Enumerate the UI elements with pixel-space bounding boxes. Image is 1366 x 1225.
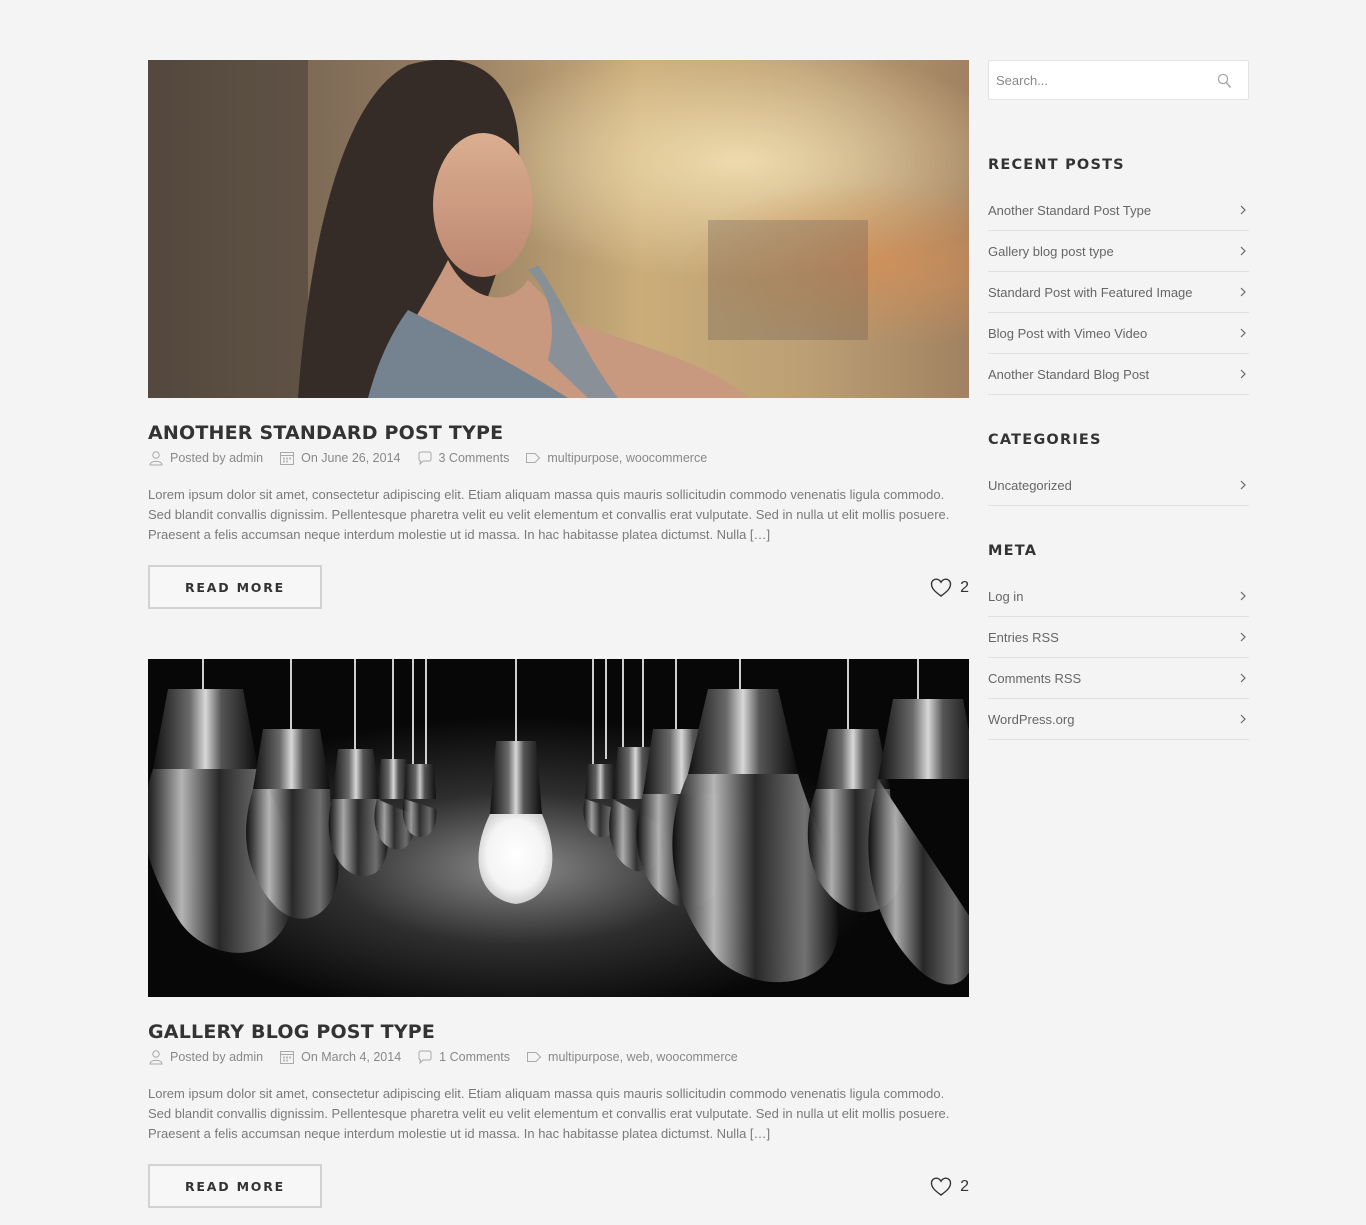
- tag-icon: [527, 1052, 542, 1062]
- post-footer: READ MORE 2: [148, 565, 969, 609]
- read-more-button[interactable]: READ MORE: [148, 1164, 322, 1208]
- search-icon[interactable]: [1217, 73, 1232, 89]
- categories-widget: Categories Uncategorized: [988, 431, 1249, 506]
- category-item[interactable]: Uncategorized: [988, 465, 1249, 506]
- like-button[interactable]: 2: [930, 1177, 969, 1197]
- category-link[interactable]: Uncategorized: [988, 478, 1072, 493]
- search-input[interactable]: [989, 61, 1209, 99]
- post-date-text: On March 4, 2014: [301, 1050, 402, 1064]
- chevron-right-icon: [1240, 328, 1246, 338]
- meta-link[interactable]: Log in: [988, 589, 1023, 604]
- chevron-right-icon: [1240, 480, 1246, 490]
- user-icon: [149, 1050, 163, 1065]
- recent-post-item[interactable]: Standard Post with Featured Image: [988, 272, 1249, 313]
- post-comments-text: 3 Comments: [438, 451, 510, 465]
- recent-post-link[interactable]: Another Standard Post Type: [988, 203, 1151, 218]
- post-excerpt: Lorem ipsum dolor sit amet, consectetur …: [148, 487, 950, 542]
- recent-post-item[interactable]: Another Standard Post Type: [988, 190, 1249, 231]
- chevron-right-icon: [1240, 246, 1246, 256]
- recent-post-link[interactable]: Another Standard Blog Post: [988, 367, 1149, 382]
- recent-post-item[interactable]: Gallery blog post type: [988, 231, 1249, 272]
- heart-icon: [930, 1177, 952, 1196]
- post-excerpt: Lorem ipsum dolor sit amet, consectetur …: [148, 1086, 950, 1141]
- post-meta: Posted by admin On June 26, 2014 3 Comme…: [148, 450, 969, 466]
- post-author[interactable]: Posted by admin: [148, 450, 263, 466]
- recent-post-item[interactable]: Another Standard Blog Post: [988, 354, 1249, 395]
- meta-item[interactable]: Comments RSS: [988, 658, 1249, 699]
- blog-post: Gallery Blog Post Type Posted by admin O…: [148, 659, 969, 1208]
- meta-widget: Meta Log in Entries RSS Comments RSS Wor…: [988, 542, 1249, 740]
- search-widget: [988, 60, 1249, 100]
- meta-link[interactable]: WordPress.org: [988, 712, 1074, 727]
- chevron-right-icon: [1240, 591, 1246, 601]
- post-comments[interactable]: 3 Comments: [417, 450, 510, 466]
- sidebar: Recent Posts Another Standard Post Type …: [988, 60, 1249, 740]
- post-tags-text: multipurpose, woocommerce: [547, 451, 708, 465]
- post-featured-image-lightbulbs[interactable]: [148, 659, 969, 997]
- meta-item[interactable]: WordPress.org: [988, 699, 1249, 740]
- calendar-icon: [280, 1051, 295, 1064]
- post-author[interactable]: Posted by admin: [148, 1049, 263, 1065]
- meta-item[interactable]: Entries RSS: [988, 617, 1249, 658]
- recent-post-link[interactable]: Blog Post with Vimeo Video: [988, 326, 1147, 341]
- post-tags-text: multipurpose, web, woocommerce: [548, 1050, 738, 1064]
- chevron-right-icon: [1240, 205, 1246, 215]
- like-count: 2: [960, 1178, 969, 1195]
- post-footer: READ MORE 2: [148, 1164, 969, 1208]
- post-date-text: On June 26, 2014: [301, 451, 401, 465]
- recent-posts-widget: Recent Posts Another Standard Post Type …: [988, 156, 1249, 395]
- recent-post-link[interactable]: Standard Post with Featured Image: [988, 285, 1193, 300]
- post-author-text: Posted by admin: [170, 1050, 264, 1064]
- post-comments[interactable]: 1 Comments: [417, 1049, 510, 1065]
- comment-icon: [418, 1050, 432, 1065]
- chevron-right-icon: [1240, 714, 1246, 724]
- post-tags[interactable]: multipurpose, woocommerce: [525, 450, 707, 466]
- post-featured-image-woman[interactable]: [148, 60, 969, 398]
- meta-link[interactable]: Comments RSS: [988, 671, 1081, 686]
- comment-icon: [418, 451, 431, 466]
- read-more-button[interactable]: READ MORE: [148, 565, 322, 609]
- chevron-right-icon: [1240, 369, 1246, 379]
- post-title[interactable]: Another Standard Post Type: [148, 422, 969, 444]
- meta-item[interactable]: Log in: [988, 576, 1249, 617]
- recent-post-item[interactable]: Blog Post with Vimeo Video: [988, 313, 1249, 354]
- meta-link[interactable]: Entries RSS: [988, 630, 1059, 645]
- categories-list: Uncategorized: [988, 465, 1249, 506]
- post-date: On June 26, 2014: [279, 450, 401, 466]
- user-icon: [149, 451, 163, 466]
- post-meta: Posted by admin On March 4, 2014 1 Comme…: [148, 1049, 969, 1065]
- like-count: 2: [960, 579, 969, 596]
- recent-post-link[interactable]: Gallery blog post type: [988, 244, 1114, 259]
- widget-title: Categories: [988, 432, 1102, 448]
- post-date: On March 4, 2014: [279, 1049, 401, 1065]
- chevron-right-icon: [1240, 673, 1246, 683]
- chevron-right-icon: [1240, 287, 1246, 297]
- blog-post: Another Standard Post Type Posted by adm…: [148, 60, 969, 609]
- post-title[interactable]: Gallery Blog Post Type: [148, 1021, 969, 1043]
- meta-list: Log in Entries RSS Comments RSS WordPres…: [988, 576, 1249, 740]
- post-comments-text: 1 Comments: [439, 1050, 511, 1064]
- like-button[interactable]: 2: [930, 578, 969, 598]
- widget-title: Meta: [988, 543, 1038, 559]
- heart-icon: [930, 578, 952, 597]
- widget-title: Recent Posts: [988, 157, 1125, 173]
- calendar-icon: [280, 452, 295, 465]
- post-author-text: Posted by admin: [170, 451, 264, 465]
- blog-content: Another Standard Post Type Posted by adm…: [148, 60, 969, 1208]
- post-tags[interactable]: multipurpose, web, woocommerce: [526, 1049, 738, 1065]
- chevron-right-icon: [1240, 632, 1246, 642]
- recent-posts-list: Another Standard Post Type Gallery blog …: [988, 190, 1249, 395]
- tag-icon: [526, 453, 541, 463]
